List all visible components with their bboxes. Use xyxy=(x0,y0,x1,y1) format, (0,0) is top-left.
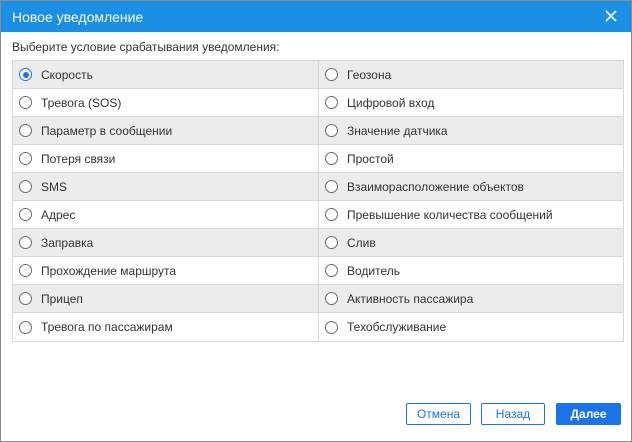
radio-button[interactable] xyxy=(19,292,32,305)
option-row[interactable]: Значение датчика xyxy=(319,117,623,145)
radio-button[interactable] xyxy=(325,68,338,81)
radio-button[interactable] xyxy=(325,292,338,305)
radio-button[interactable] xyxy=(325,180,338,193)
radio-button[interactable] xyxy=(325,320,338,334)
radio-button[interactable] xyxy=(325,208,338,221)
option-label: Скорость xyxy=(41,67,93,82)
option-label: Заправка xyxy=(41,235,94,250)
radio-button[interactable] xyxy=(19,96,32,109)
radio-button[interactable] xyxy=(325,236,338,249)
radio-button[interactable] xyxy=(19,264,32,277)
radio-button[interactable] xyxy=(325,96,338,109)
option-row[interactable]: Параметр в сообщении xyxy=(13,117,319,145)
option-label: Превышение количества сообщений xyxy=(347,207,553,222)
option-row[interactable]: Прохождение маршрута xyxy=(13,257,319,285)
option-label: SMS xyxy=(41,179,68,194)
option-label: Прицеп xyxy=(41,291,83,306)
option-row[interactable]: SMS xyxy=(13,173,319,201)
option-label: Водитель xyxy=(347,263,401,278)
close-icon[interactable] xyxy=(604,9,618,23)
radio-button[interactable] xyxy=(19,124,32,137)
option-label: Слив xyxy=(347,235,376,250)
option-label: Параметр в сообщении xyxy=(41,123,173,138)
option-label: Техобслуживание xyxy=(347,320,447,334)
option-row[interactable]: Геозона xyxy=(319,61,623,89)
radio-button[interactable] xyxy=(325,124,338,137)
radio-button[interactable] xyxy=(19,208,32,221)
option-row[interactable]: Цифровой вход xyxy=(319,89,623,117)
option-label: Тревога (SOS) xyxy=(41,95,122,110)
option-label: Геозона xyxy=(347,67,392,82)
back-button[interactable]: Назад xyxy=(481,403,545,425)
option-row[interactable]: Заправка xyxy=(13,229,319,257)
radio-button[interactable] xyxy=(19,152,32,165)
option-row[interactable]: Взаиморасположение объектов xyxy=(319,173,623,201)
option-row[interactable]: Прицеп xyxy=(13,285,319,313)
option-label: Прохождение маршрута xyxy=(41,263,177,278)
option-label: Активность пассажира xyxy=(347,291,474,306)
next-button[interactable]: Далее xyxy=(556,403,621,425)
option-row[interactable]: Тревога по пассажирам xyxy=(13,313,319,341)
radio-button[interactable] xyxy=(19,180,32,193)
option-row[interactable]: Адрес xyxy=(13,201,319,229)
radio-button[interactable] xyxy=(19,68,32,81)
radio-button[interactable] xyxy=(325,152,338,165)
option-label: Цифровой вход xyxy=(347,95,435,110)
dialog-titlebar: Новое уведомление xyxy=(1,1,631,32)
cancel-button[interactable]: Отмена xyxy=(406,403,471,425)
option-label: Простой xyxy=(347,151,394,166)
dialog-title: Новое уведомление xyxy=(12,9,144,25)
option-row[interactable]: Водитель xyxy=(319,257,623,285)
condition-options-table: Скорость Геозона Тревога (SOS) Цифровой … xyxy=(12,60,624,342)
option-row[interactable]: Скорость xyxy=(13,61,319,89)
option-row[interactable]: Тревога (SOS) xyxy=(13,89,319,117)
option-label: Значение датчика xyxy=(347,123,448,138)
option-row[interactable]: Слив xyxy=(319,229,623,257)
radio-button[interactable] xyxy=(19,320,32,334)
radio-button[interactable] xyxy=(325,264,338,277)
option-label: Адрес xyxy=(41,207,76,222)
option-label: Потеря связи xyxy=(41,151,116,166)
option-label: Взаиморасположение объектов xyxy=(347,179,524,194)
radio-button[interactable] xyxy=(19,236,32,249)
notification-dialog: Новое уведомление Выберите условие сраба… xyxy=(0,0,632,442)
option-row[interactable]: Превышение количества сообщений xyxy=(319,201,623,229)
dialog-prompt: Выберите условие срабатывания уведомлени… xyxy=(12,40,280,54)
option-row[interactable]: Потеря связи xyxy=(13,145,319,173)
option-label: Тревога по пассажирам xyxy=(41,320,173,334)
option-row[interactable]: Простой xyxy=(319,145,623,173)
option-row[interactable]: Техобслуживание xyxy=(319,313,623,341)
option-row[interactable]: Активность пассажира xyxy=(319,285,623,313)
